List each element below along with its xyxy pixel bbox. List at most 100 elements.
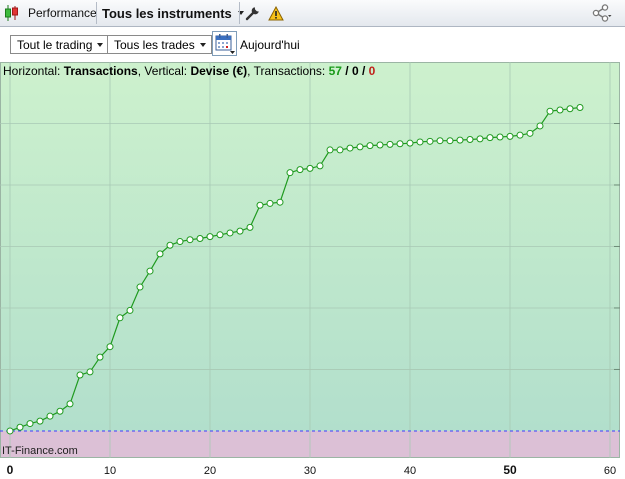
trades-filter-label: Tous les trades — [114, 37, 195, 52]
filter-bar: Tout le trading Tous les trades Aujourd'… — [0, 27, 625, 62]
data-point — [76, 371, 84, 379]
data-point — [306, 164, 314, 172]
transactions-total: 57 — [328, 64, 342, 78]
wrench-icon — [245, 7, 259, 21]
data-point — [266, 199, 274, 207]
data-point — [286, 169, 294, 177]
data-point — [16, 423, 24, 431]
data-point — [236, 227, 244, 235]
x-tick-label: 20 — [204, 465, 216, 477]
data-point — [576, 104, 584, 112]
data-point — [466, 135, 474, 143]
chevron-down-icon — [199, 42, 206, 47]
data-point — [206, 233, 214, 241]
data-point — [446, 137, 454, 145]
toolbar-divider — [96, 2, 97, 24]
transactions-neutral: 0 — [351, 64, 359, 78]
data-point — [296, 166, 304, 174]
share-button[interactable] — [592, 0, 612, 26]
transactions-losing: 0 — [368, 64, 376, 78]
vertical-axis-label: Vertical: — [144, 64, 188, 78]
calendar-icon — [215, 34, 235, 54]
data-point — [406, 139, 414, 147]
data-point — [356, 143, 364, 151]
data-point — [256, 201, 264, 209]
data-point — [536, 122, 544, 130]
data-point — [196, 234, 204, 242]
data-point — [56, 407, 64, 415]
data-point — [166, 241, 174, 249]
horizontal-axis-label: Horizontal: — [3, 64, 61, 78]
vertical-axis-value: Devise (€) — [190, 64, 248, 78]
transactions-separator: / — [345, 64, 349, 78]
data-point — [456, 136, 464, 144]
data-point — [126, 306, 134, 314]
data-point — [496, 133, 504, 141]
data-point — [246, 223, 254, 231]
data-point — [116, 314, 124, 322]
tab-performance[interactable]: Performance — [28, 0, 97, 26]
data-point — [6, 427, 14, 435]
date-range-label: Aujourd'hui — [240, 38, 300, 52]
data-point — [36, 417, 44, 425]
data-point — [146, 267, 154, 275]
x-tick-label: 10 — [104, 465, 116, 477]
instruments-dropdown[interactable]: Tous les instruments — [102, 0, 244, 26]
data-point — [526, 129, 534, 137]
data-point — [546, 107, 554, 115]
alert-button[interactable] — [268, 0, 284, 26]
data-point — [426, 137, 434, 145]
data-point — [136, 283, 144, 291]
data-point — [176, 238, 184, 246]
x-tick-label: 40 — [404, 465, 416, 477]
data-point — [346, 144, 354, 152]
data-point — [326, 146, 334, 154]
watermark: IT-Finance.com — [2, 445, 78, 457]
data-point — [186, 236, 194, 244]
equity-chart: 0 10 20 30 40 50 60 Horizontal: Transactions, … — [0, 62, 625, 479]
x-tick-label: 30 — [304, 465, 316, 477]
data-point — [96, 353, 104, 361]
horizontal-axis-value: Transactions — [63, 64, 138, 78]
warning-icon — [268, 5, 284, 20]
data-point — [566, 105, 574, 113]
date-picker-button[interactable] — [212, 31, 237, 56]
trading-filter-dropdown[interactable]: Tout le trading — [10, 35, 110, 54]
data-point — [276, 198, 284, 206]
candlestick-icon — [4, 0, 20, 26]
data-point — [316, 162, 324, 170]
data-point — [226, 229, 234, 237]
main-toolbar: Performance Tous les instruments — [0, 0, 625, 27]
x-tick-label: 60 — [604, 465, 616, 477]
data-point — [436, 137, 444, 145]
data-point — [366, 142, 374, 150]
data-point — [516, 131, 524, 139]
trading-filter-label: Tout le trading — [17, 37, 93, 52]
data-point — [106, 343, 114, 351]
x-tick-label: 50 — [503, 463, 517, 477]
instruments-dropdown-label: Tous les instruments — [102, 5, 232, 21]
settings-button[interactable] — [245, 0, 261, 26]
chevron-down-icon — [97, 42, 104, 47]
transactions-label: Transactions: — [253, 64, 326, 78]
tab-performance-label: Performance — [28, 6, 97, 20]
transactions-separator: / — [361, 64, 366, 78]
data-point — [416, 138, 424, 146]
equity-chart-canvas: 0 10 20 30 40 50 60 — [0, 62, 620, 477]
data-point — [66, 400, 74, 408]
data-point — [336, 146, 344, 154]
data-point — [486, 134, 494, 142]
trades-filter-dropdown[interactable]: Tous les trades — [107, 35, 212, 54]
data-point — [506, 132, 514, 140]
chart-info-line: Horizontal: Transactions, Vertical: Devi… — [3, 64, 376, 78]
data-point — [156, 250, 164, 258]
data-point — [86, 368, 94, 376]
data-point — [476, 135, 484, 143]
data-point — [216, 231, 224, 239]
data-point — [376, 141, 384, 149]
data-point — [396, 140, 404, 148]
share-icon — [592, 4, 612, 22]
data-point — [556, 106, 564, 114]
data-point — [386, 140, 394, 148]
x-tick-label: 0 — [7, 463, 14, 477]
